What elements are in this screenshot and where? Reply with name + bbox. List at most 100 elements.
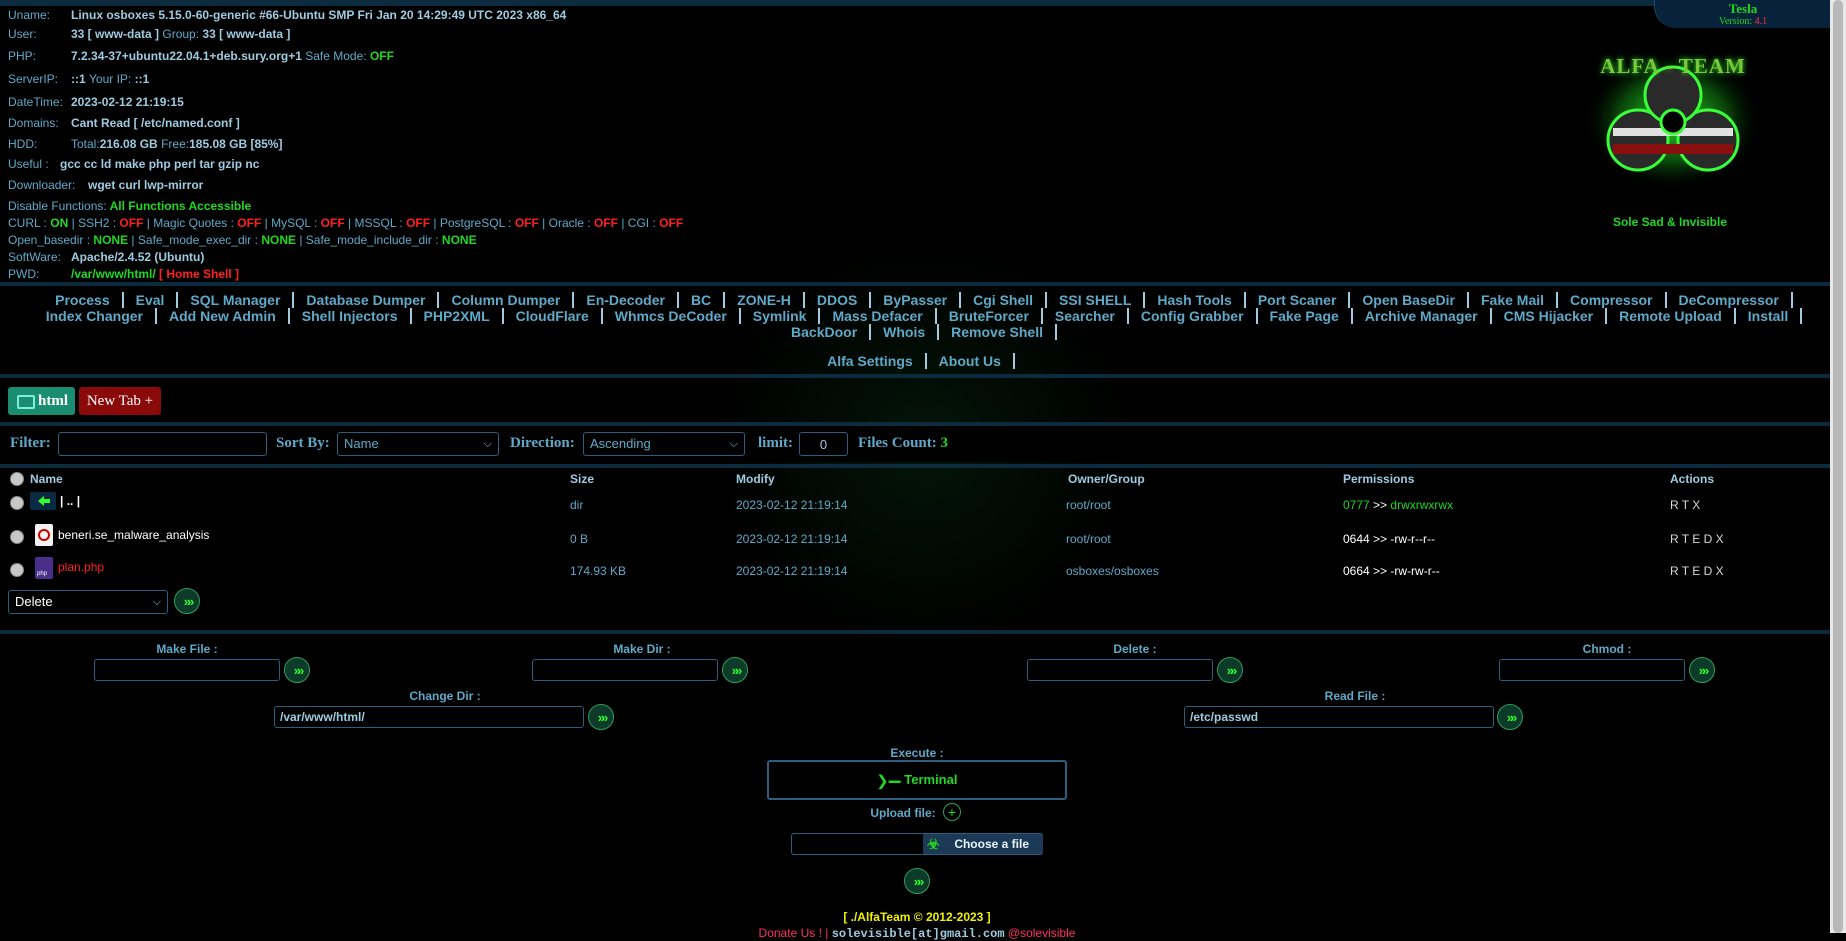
contact-email[interactable]: solevisible[at]gmail.com bbox=[832, 927, 1005, 941]
menu-item-ssi-shell[interactable]: SSI SHELL bbox=[1047, 292, 1146, 308]
col-permissions[interactable]: Permissions bbox=[1343, 472, 1414, 486]
upload-go-button[interactable]: »» bbox=[904, 868, 930, 894]
menu-item-sql-manager[interactable]: SQL Manager bbox=[178, 292, 295, 308]
donate-link[interactable]: Donate Us ! bbox=[759, 926, 822, 940]
menu-item-about-us[interactable]: About Us bbox=[927, 353, 1015, 369]
datetime-value: 2023-02-12 21:19:15 bbox=[71, 95, 184, 109]
menu-item-cms-hijacker[interactable]: CMS Hijacker bbox=[1492, 308, 1608, 324]
col-owner-group[interactable]: Owner/Group bbox=[1068, 472, 1145, 486]
menu-item-symlink[interactable]: Symlink bbox=[741, 308, 821, 324]
row-actions[interactable]: R T E D X bbox=[1670, 564, 1724, 578]
terminal-button[interactable]: ❯— Terminal bbox=[767, 760, 1067, 800]
menu-item-index-changer[interactable]: Index Changer bbox=[34, 308, 157, 324]
sortby-select[interactable]: Name ⌵ bbox=[337, 432, 499, 456]
menu-item-process[interactable]: Process bbox=[43, 292, 124, 308]
menu-item-open-basedir[interactable]: Open BaseDir bbox=[1350, 292, 1469, 308]
chmod-input[interactable] bbox=[1499, 659, 1685, 681]
serverip-label: ServerIP: bbox=[8, 72, 59, 86]
menu-item-fake-page[interactable]: Fake Page bbox=[1258, 308, 1353, 324]
menu-item-cloudflare[interactable]: CloudFlare bbox=[504, 308, 603, 324]
menu-item-remote-upload[interactable]: Remote Upload bbox=[1607, 308, 1736, 324]
bulk-action-select[interactable]: Delete ⌵ bbox=[8, 590, 168, 614]
choose-file-button[interactable]: ☣ Choose a file bbox=[923, 834, 1043, 854]
menu-item-hash-tools[interactable]: Hash Tools bbox=[1145, 292, 1246, 308]
menu-item-config-grabber[interactable]: Config Grabber bbox=[1129, 308, 1258, 324]
row-select-radio[interactable] bbox=[10, 563, 24, 577]
menu-item-column-dumper[interactable]: Column Dumper bbox=[439, 292, 575, 308]
make-file-go-button[interactable]: »» bbox=[284, 657, 310, 683]
row-permissions[interactable]: 0644 >> -rw-r--r-- bbox=[1343, 532, 1435, 546]
row-name[interactable]: beneri.se_malware_analysis bbox=[58, 528, 209, 542]
menu-item-whois[interactable]: Whois bbox=[871, 324, 940, 340]
home-shell-link[interactable]: [ Home Shell ] bbox=[159, 267, 239, 281]
row-permissions[interactable]: 0777 >> drwxrwxrwx bbox=[1343, 498, 1453, 512]
col-name[interactable]: Name bbox=[30, 472, 63, 486]
menu-item-decompressor[interactable]: DeCompressor bbox=[1667, 292, 1793, 308]
chmod-go-button[interactable]: »» bbox=[1689, 657, 1715, 683]
user-value: 33 [ www-data ] bbox=[71, 27, 160, 41]
col-size[interactable]: Size bbox=[570, 472, 594, 486]
menu-item-zone-h[interactable]: ZONE-H bbox=[725, 292, 805, 308]
menu-item-compressor[interactable]: Compressor bbox=[1558, 292, 1667, 308]
limit-input[interactable] bbox=[799, 432, 848, 456]
row-select-radio[interactable] bbox=[10, 496, 24, 510]
row-modify[interactable]: 2023-02-12 21:19:14 bbox=[736, 532, 847, 546]
select-all-radio[interactable] bbox=[10, 472, 24, 486]
new-tab-button[interactable]: New Tab + bbox=[79, 387, 161, 415]
menu-item-remove-shell[interactable]: Remove Shell bbox=[939, 324, 1057, 340]
change-dir-go-button[interactable]: »» bbox=[588, 704, 614, 730]
tab-current-dir[interactable]: html bbox=[8, 387, 75, 415]
change-dir-input[interactable] bbox=[274, 706, 584, 728]
col-modify[interactable]: Modify bbox=[736, 472, 775, 486]
delete-go-button[interactable]: »» bbox=[1217, 657, 1243, 683]
filter-input[interactable] bbox=[58, 432, 267, 456]
menu-item-add-new-admin[interactable]: Add New Admin bbox=[157, 308, 290, 324]
menu-item-install[interactable]: Install bbox=[1736, 308, 1803, 324]
upload-file-input[interactable]: ☣ Choose a file bbox=[791, 833, 1043, 855]
menu-item-bypasser[interactable]: ByPasser bbox=[871, 292, 962, 308]
safe-mode-label: Safe Mode: bbox=[305, 49, 367, 63]
bulk-action-go-button[interactable]: »» bbox=[174, 588, 200, 614]
menu-item-bc[interactable]: BC bbox=[679, 292, 726, 308]
direction-select[interactable]: Ascending ⌵ bbox=[583, 432, 745, 456]
menu-item-backdoor[interactable]: BackDoor bbox=[779, 324, 872, 340]
menu-item-port-scaner[interactable]: Port Scaner bbox=[1246, 292, 1351, 308]
col-actions[interactable]: Actions bbox=[1670, 472, 1714, 486]
menu-item-alfa-settings[interactable]: Alfa Settings bbox=[815, 353, 927, 369]
scrollbar-thumb[interactable] bbox=[1833, 0, 1843, 933]
row-permissions[interactable]: 0664 >> -rw-rw-r-- bbox=[1343, 564, 1440, 578]
menu-item-ddos[interactable]: DDOS bbox=[805, 292, 872, 308]
read-file-input[interactable] bbox=[1184, 706, 1494, 728]
menu-item-searcher[interactable]: Searcher bbox=[1043, 308, 1129, 324]
make-file-input[interactable] bbox=[94, 659, 280, 681]
row-name[interactable]: plan.php bbox=[58, 560, 104, 574]
menu-item-cgi-shell[interactable]: Cgi Shell bbox=[961, 292, 1048, 308]
row-modify[interactable]: 2023-02-12 21:19:14 bbox=[736, 564, 847, 578]
menu-item-bruteforcer[interactable]: BruteForcer bbox=[937, 308, 1043, 324]
menu-item-php2xml[interactable]: PHP2XML bbox=[412, 308, 504, 324]
delete-input[interactable] bbox=[1027, 659, 1213, 681]
row-actions[interactable]: R T E D X bbox=[1670, 532, 1724, 546]
menu-item-fake-mail[interactable]: Fake Mail bbox=[1469, 292, 1559, 308]
add-upload-icon[interactable]: + bbox=[943, 803, 961, 821]
make-dir-go-button[interactable]: »» bbox=[722, 657, 748, 683]
safe-mode-value: OFF bbox=[369, 49, 394, 63]
row-modify[interactable]: 2023-02-12 21:19:14 bbox=[736, 498, 847, 512]
menu-item-archive-manager[interactable]: Archive Manager bbox=[1353, 308, 1492, 324]
menu-item-whmcs-decoder[interactable]: Whmcs DeCoder bbox=[603, 308, 741, 324]
software-value: Apache/2.4.52 (Ubuntu) bbox=[71, 250, 205, 264]
read-file-go-button[interactable]: »» bbox=[1497, 704, 1523, 730]
menu-item-database-dumper[interactable]: Database Dumper bbox=[294, 292, 440, 308]
row-name[interactable]: | .. | bbox=[60, 494, 80, 508]
make-dir-input[interactable] bbox=[532, 659, 718, 681]
menu-item-en-decoder[interactable]: En-Decoder bbox=[574, 292, 679, 308]
row-actions[interactable]: R T X bbox=[1670, 498, 1700, 512]
contact-handle[interactable]: @solevisible bbox=[1008, 926, 1076, 940]
row-select-radio[interactable] bbox=[10, 530, 24, 544]
menu-item-mass-defacer[interactable]: Mass Defacer bbox=[820, 308, 937, 324]
back-arrow-icon[interactable] bbox=[30, 492, 56, 510]
vertical-scrollbar[interactable] bbox=[1830, 0, 1846, 933]
menu-item-shell-injectors[interactable]: Shell Injectors bbox=[290, 308, 412, 324]
menu-item-eval[interactable]: Eval bbox=[124, 292, 179, 308]
pwd-path-link[interactable]: /var/www/html/ bbox=[71, 267, 156, 281]
